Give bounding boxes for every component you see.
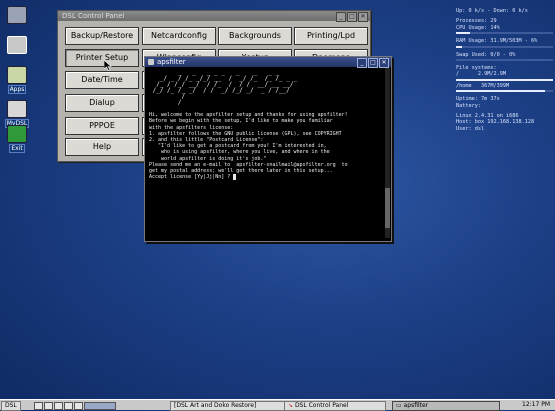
system-monitor: Up: 0 k/s - Down: 0 k/s Processes: 29 CP… [456, 8, 553, 136]
fs-home-usage: 367M/399M [481, 82, 510, 89]
cpu-usage-fill [456, 32, 470, 35]
desktop-icon-label: Apps [7, 85, 27, 94]
maximize-icon[interactable]: □ [347, 12, 357, 22]
backgrounds-button[interactable]: Backgrounds [218, 27, 292, 45]
fs-root-usage: 2.9M/2.9M [477, 71, 506, 78]
network-speed: Up: 0 k/s - Down: 0 k/s [456, 8, 528, 14]
swap-usage-bar [456, 59, 553, 62]
backup-restore-button[interactable]: Backup/Restore [65, 27, 139, 45]
mydsl-icon [7, 100, 27, 118]
taskbar-item-control-panel[interactable]: ↘ DSL Control Panel [284, 401, 386, 411]
netcardconfig-button[interactable]: Netcardconfig [142, 27, 216, 45]
control-panel-titlebar[interactable]: DSL Control Panel _ □ ✕ [58, 11, 370, 22]
window-title: DSL Control Panel [62, 12, 125, 20]
exit-icon [7, 125, 27, 143]
desktop-icon-apps[interactable]: Apps [2, 66, 32, 94]
ram-usage-bar [456, 45, 553, 48]
close-icon[interactable]: ✕ [358, 12, 368, 22]
taskbar: DSL [DSL Art and Doko Restore] ↘ DSL Con… [0, 399, 555, 411]
ram-usage-fill [456, 45, 462, 48]
printer-setup-button[interactable]: Printer Setup [65, 49, 139, 67]
terminal-icon: ▭ [396, 402, 404, 409]
terminal-icon [7, 6, 27, 24]
start-button[interactable]: DSL [1, 401, 21, 411]
cpu-usage-bar [456, 32, 553, 35]
desktop-icon-label: Exit [9, 144, 25, 153]
user-info: User: dsl [456, 125, 485, 132]
desktop-icon-2[interactable] [2, 36, 32, 55]
pppoe-button[interactable]: PPPOE [65, 117, 139, 135]
printing-lpd-button[interactable]: Printing/Lpd [294, 27, 368, 45]
ascii-art-banner: _ _ _ _ _ _ _ _ _ _/ _ / /_ _/_/ __ / _/… [152, 69, 298, 106]
desktop-icon-mydsl[interactable]: MyDSL [2, 100, 32, 128]
fs-root-fill [456, 78, 553, 81]
scrollbar-thumb[interactable] [385, 188, 390, 228]
taskbar-item-restore[interactable]: [DSL Art and Doko Restore] [170, 401, 286, 411]
minimize-icon[interactable]: _ [336, 12, 346, 22]
taskbar-item-apsfilter[interactable]: ▭ apsfilter [392, 401, 500, 411]
cpu-usage: CPU Usage: 14% [456, 24, 500, 31]
apsfilter-terminal-window: apsfilter _ □ ✕ _ _ _ _ _ _ _ _ _ _/ _ /… [144, 56, 392, 242]
app-icon: ↘ [288, 402, 295, 409]
terminal-titlebar[interactable]: apsfilter _ □ ✕ [145, 57, 391, 68]
battery-label: Battery: [456, 102, 481, 109]
mouse-cursor-icon [104, 60, 112, 71]
help-button[interactable]: Help [65, 138, 139, 156]
text-cursor: _ [233, 174, 237, 181]
minimize-icon[interactable]: _ [357, 58, 367, 68]
fs-home-fill [456, 90, 546, 93]
fs-home-row: /home 367M/399M [456, 83, 553, 89]
pencil-icon [7, 36, 27, 54]
date-time-button[interactable]: Date/Time [65, 71, 139, 89]
terminal-output[interactable]: _ _ _ _ _ _ _ _ _ _/ _ / /_ _/_/ __ / _/… [145, 67, 391, 238]
terminal-prompt[interactable]: Accept license [Yy|Jj|Nn] ? _ [149, 174, 387, 181]
taskbar-item-label: DSL Control Panel [294, 402, 349, 409]
close-icon[interactable]: ✕ [379, 58, 389, 68]
fs-home-name: /home [456, 82, 472, 89]
fs-root-name: / [456, 71, 460, 78]
taskbar-item-label: apsfilter [403, 402, 429, 409]
window-title: apsfilter [157, 58, 186, 66]
desktop-icon-exit[interactable]: Exit [2, 125, 32, 153]
terminal-scrollbar[interactable] [385, 68, 390, 238]
swap-usage: Swap Used: 0/0 - 0% [456, 51, 516, 58]
maximize-icon[interactable]: □ [368, 58, 378, 68]
fs-root-bar [456, 78, 553, 81]
dialup-button[interactable]: Dialup [65, 94, 139, 112]
ram-usage: RAM Usage: 31.9M/503M - 6% [456, 38, 538, 45]
terminal-icon [148, 59, 154, 65]
fs-home-bar [456, 90, 553, 93]
fs-root-row: / 2.9M/2.9M [456, 71, 553, 77]
folder-apps-icon [7, 66, 27, 84]
desktop-icon-1[interactable] [2, 6, 32, 25]
prompt-text: Accept license [Yy|Jj|Nn] ? [149, 174, 234, 181]
